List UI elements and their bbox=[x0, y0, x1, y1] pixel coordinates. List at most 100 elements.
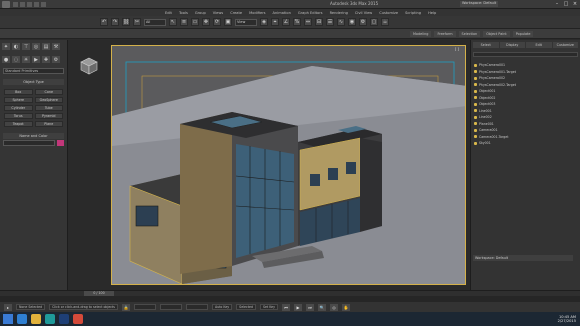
auto-key-button[interactable]: Auto Key bbox=[211, 304, 233, 310]
visibility-icon[interactable] bbox=[474, 128, 477, 132]
menu-item[interactable]: Tools bbox=[179, 11, 188, 15]
pivot-icon[interactable]: ◈ bbox=[260, 18, 268, 26]
set-key-button[interactable]: Set Key bbox=[260, 304, 279, 310]
reference-coordinate-dropdown[interactable]: View bbox=[235, 18, 257, 26]
scale-icon[interactable]: ▣ bbox=[224, 18, 232, 26]
object-button[interactable]: Pyramid bbox=[34, 113, 63, 119]
menu-item[interactable]: Civil View bbox=[355, 11, 372, 15]
menu-item[interactable]: Create bbox=[230, 11, 242, 15]
folder-icon[interactable] bbox=[31, 314, 41, 324]
x-coordinate-input[interactable] bbox=[133, 304, 156, 310]
selection-filter-dropdown[interactable]: All bbox=[144, 18, 166, 26]
key-mode-dropdown[interactable]: Selected bbox=[236, 304, 256, 310]
object-button[interactable]: Torus bbox=[4, 113, 33, 119]
render-frame-icon[interactable]: ▢ bbox=[370, 18, 378, 26]
unlink-icon[interactable]: ✂ bbox=[133, 18, 141, 26]
object-button[interactable]: Tube bbox=[34, 105, 63, 111]
utilities-tab-icon[interactable]: ⚒ bbox=[52, 43, 60, 50]
scene-tab[interactable]: Edit bbox=[526, 42, 552, 48]
maxscript-icon[interactable]: ▸ bbox=[4, 303, 12, 311]
list-item[interactable]: Sky001 bbox=[474, 140, 577, 147]
zoom-icon[interactable]: 🔍 bbox=[318, 303, 327, 311]
visibility-icon[interactable] bbox=[474, 63, 477, 67]
lock-selection-icon[interactable]: 🔒 bbox=[121, 303, 130, 311]
object-button[interactable]: Cylinder bbox=[4, 105, 33, 111]
workspace-selector[interactable]: Workspace: Default bbox=[473, 255, 573, 261]
visibility-icon[interactable] bbox=[474, 83, 477, 87]
workspace-dropdown[interactable]: Workspace: Default bbox=[460, 1, 498, 7]
pan-icon[interactable]: ✋ bbox=[342, 303, 351, 311]
scene-tab[interactable]: Select bbox=[473, 42, 499, 48]
y-coordinate-input[interactable] bbox=[159, 304, 182, 310]
cameras-icon[interactable]: ▶ bbox=[32, 56, 40, 63]
system-clock[interactable]: 10:45 AM 2/27/2015 bbox=[558, 315, 576, 323]
object-color-swatch[interactable] bbox=[57, 140, 64, 146]
create-tab-icon[interactable]: ✦ bbox=[2, 43, 10, 50]
undo-icon[interactable]: ↶ bbox=[100, 18, 108, 26]
object-name-input[interactable] bbox=[3, 140, 55, 146]
move-icon[interactable]: ✥ bbox=[202, 18, 210, 26]
ribbon-tab[interactable]: Modeling bbox=[410, 30, 432, 37]
motion-tab-icon[interactable]: ◎ bbox=[32, 43, 40, 50]
display-tab-icon[interactable]: ▤ bbox=[42, 43, 50, 50]
snap-toggle-icon[interactable]: ⌖ bbox=[271, 18, 279, 26]
menu-item[interactable]: Rendering bbox=[330, 11, 348, 15]
visibility-icon[interactable] bbox=[474, 122, 477, 126]
3dsmax-icon[interactable] bbox=[45, 314, 55, 324]
menu-item[interactable]: Views bbox=[213, 11, 223, 15]
menu-item[interactable]: Group bbox=[195, 11, 206, 15]
orbit-icon[interactable]: ◎ bbox=[330, 303, 339, 311]
windows-start-icon[interactable] bbox=[3, 314, 13, 324]
ribbon-tab[interactable]: Populate bbox=[512, 30, 534, 37]
open-icon[interactable] bbox=[20, 1, 25, 7]
visibility-icon[interactable] bbox=[474, 70, 477, 74]
object-button[interactable]: Plane bbox=[34, 121, 63, 127]
scene-tab[interactable]: Customize bbox=[552, 42, 578, 48]
ie-icon[interactable] bbox=[17, 314, 27, 324]
play-icon[interactable]: ▶ bbox=[294, 303, 303, 311]
menu-item[interactable]: Graph Editors bbox=[298, 11, 323, 15]
visibility-icon[interactable] bbox=[474, 89, 477, 93]
visibility-icon[interactable] bbox=[474, 135, 477, 139]
shapes-icon[interactable]: ◌ bbox=[12, 56, 20, 63]
perspective-viewport[interactable] bbox=[111, 45, 466, 285]
render-icon[interactable]: ☕ bbox=[381, 18, 389, 26]
visibility-icon[interactable] bbox=[474, 102, 477, 106]
chrome-icon[interactable] bbox=[73, 314, 83, 324]
app-logo-icon[interactable] bbox=[2, 0, 10, 8]
redo-icon[interactable]: ↷ bbox=[111, 18, 119, 26]
rectangular-selection-icon[interactable]: ▭ bbox=[191, 18, 199, 26]
visibility-icon[interactable] bbox=[474, 76, 477, 80]
percent-snap-icon[interactable]: % bbox=[293, 18, 301, 26]
visibility-icon[interactable] bbox=[474, 109, 477, 113]
select-by-name-icon[interactable]: ≡ bbox=[180, 18, 188, 26]
render-setup-icon[interactable]: ⚙ bbox=[359, 18, 367, 26]
redo-icon[interactable] bbox=[41, 1, 46, 7]
rotate-icon[interactable]: ⟳ bbox=[213, 18, 221, 26]
align-icon[interactable]: ⊟ bbox=[315, 18, 323, 26]
menu-item[interactable]: Modifiers bbox=[249, 11, 265, 15]
minimize-icon[interactable]: – bbox=[554, 1, 560, 7]
visibility-icon[interactable] bbox=[474, 96, 477, 100]
menu-item[interactable]: Help bbox=[428, 11, 436, 15]
scene-tab[interactable]: Display bbox=[499, 42, 525, 48]
go-to-start-icon[interactable]: ⏮ bbox=[282, 303, 291, 311]
object-button[interactable]: Box bbox=[4, 89, 33, 95]
object-button[interactable]: Sphere bbox=[4, 97, 33, 103]
menu-item[interactable]: Edit bbox=[165, 11, 172, 15]
object-button[interactable]: GeoSphere bbox=[34, 97, 63, 103]
ribbon-tab[interactable]: Object Paint bbox=[483, 30, 510, 37]
undo-icon[interactable] bbox=[34, 1, 39, 7]
object-type-rollout[interactable]: Object Type bbox=[3, 79, 64, 85]
visibility-icon[interactable] bbox=[474, 115, 477, 119]
go-to-end-icon[interactable]: ⏭ bbox=[306, 303, 315, 311]
curve-editor-icon[interactable]: ∿ bbox=[337, 18, 345, 26]
menu-item[interactable]: Scripting bbox=[405, 11, 421, 15]
systems-icon[interactable]: ⚙ bbox=[52, 56, 60, 63]
close-icon[interactable]: × bbox=[572, 1, 578, 7]
lights-icon[interactable]: ☀ bbox=[22, 56, 30, 63]
mirror-icon[interactable]: ⇔ bbox=[304, 18, 312, 26]
helpers-icon[interactable]: ✚ bbox=[42, 56, 50, 63]
material-editor-icon[interactable]: ◉ bbox=[348, 18, 356, 26]
maximize-icon[interactable]: □ bbox=[563, 1, 569, 7]
